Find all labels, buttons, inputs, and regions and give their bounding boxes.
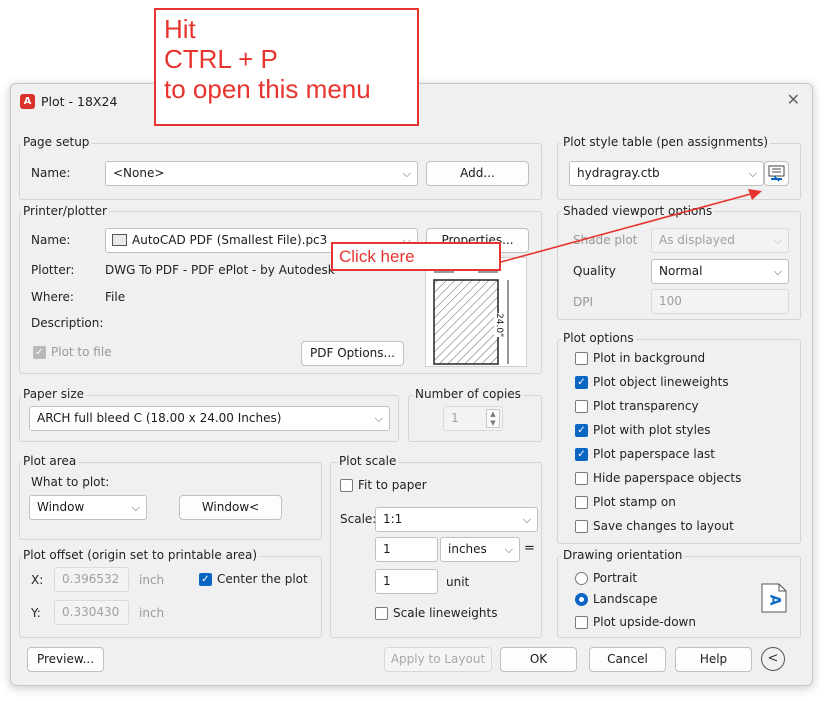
callout-arrow bbox=[500, 189, 762, 263]
